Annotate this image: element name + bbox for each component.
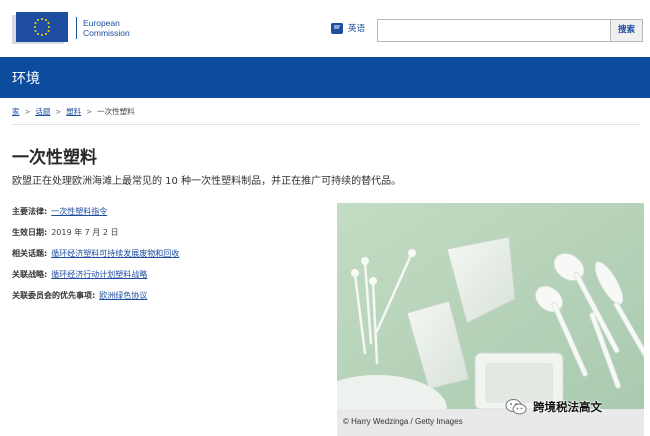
meta-key: 关联委员会的优先事项:: [12, 291, 96, 300]
site-banner: 环境: [0, 57, 650, 98]
breadcrumb-separator: >: [86, 107, 93, 116]
search-button[interactable]: 搜索: [610, 19, 643, 42]
logo-divider: [76, 17, 77, 39]
european-commission-logo[interactable]: European Commission: [12, 12, 130, 44]
plastics-photo: [337, 203, 644, 409]
speech-bubble-icon: [331, 22, 343, 34]
meta-effective-date: 生效日期: 2019 年 7 月 2 日: [12, 227, 118, 238]
page-lead: 欧盟正在处理欧洲海滩上最常见的 10 种一次性塑料制品，并正在推广可持续的替代品…: [12, 176, 402, 187]
logo-line-1: European: [83, 18, 120, 28]
meta-related-topics: 相关话题: 循环经济塑料可持续发展废物和回收: [12, 248, 179, 259]
meta-link[interactable]: 循环经济塑料可持续发展废物和回收: [51, 249, 179, 258]
meta-key: 主要法律:: [12, 207, 48, 216]
meta-related-strategies: 关联战略: 循环经济行动计划塑料战略: [12, 269, 147, 280]
wechat-icon: [505, 399, 527, 415]
language-label: 英语: [348, 24, 366, 34]
logo-text: European Commission: [83, 18, 130, 38]
breadcrumb: 家 > 话题 > 塑料 > 一次性塑料: [12, 106, 135, 117]
breadcrumb-topics[interactable]: 话题: [35, 106, 50, 117]
meta-key: 相关话题:: [12, 249, 48, 258]
photo-credit: © Harry Wedzinga / Getty Images: [343, 417, 463, 426]
breadcrumb-home[interactable]: 家: [12, 106, 20, 117]
search-input[interactable]: [377, 19, 610, 42]
breadcrumb-plastics[interactable]: 塑料: [66, 106, 81, 117]
language-selector[interactable]: 英语: [331, 22, 365, 34]
meta-key: 生效日期:: [12, 228, 48, 237]
meta-main-law: 主要法律: 一次性塑料指令: [12, 206, 107, 217]
banner-title[interactable]: 环境: [12, 68, 40, 88]
logo-line-2: Commission: [83, 28, 130, 38]
meta-value: 2019 年 7 月 2 日: [51, 228, 119, 237]
meta-key: 关联战略:: [12, 270, 48, 279]
page-title: 一次性塑料: [12, 148, 97, 168]
breadcrumb-divider: [12, 124, 640, 125]
meta-link[interactable]: 循环经济行动计划塑料战略: [51, 270, 147, 279]
watermark: 跨境税法高文: [505, 398, 602, 416]
meta-commission-priority: 关联委员会的优先事项: 欧洲绿色协议: [12, 290, 147, 301]
breadcrumb-current: 一次性塑料: [97, 107, 135, 116]
watermark-text: 跨境税法高文: [533, 400, 602, 414]
meta-link[interactable]: 欧洲绿色协议: [99, 291, 147, 300]
breadcrumb-separator: >: [55, 107, 62, 116]
site-header: European Commission 英语 搜索: [0, 0, 650, 56]
eu-flag-icon: [12, 12, 70, 44]
meta-link[interactable]: 一次性塑料指令: [51, 207, 107, 216]
breadcrumb-separator: >: [24, 107, 31, 116]
